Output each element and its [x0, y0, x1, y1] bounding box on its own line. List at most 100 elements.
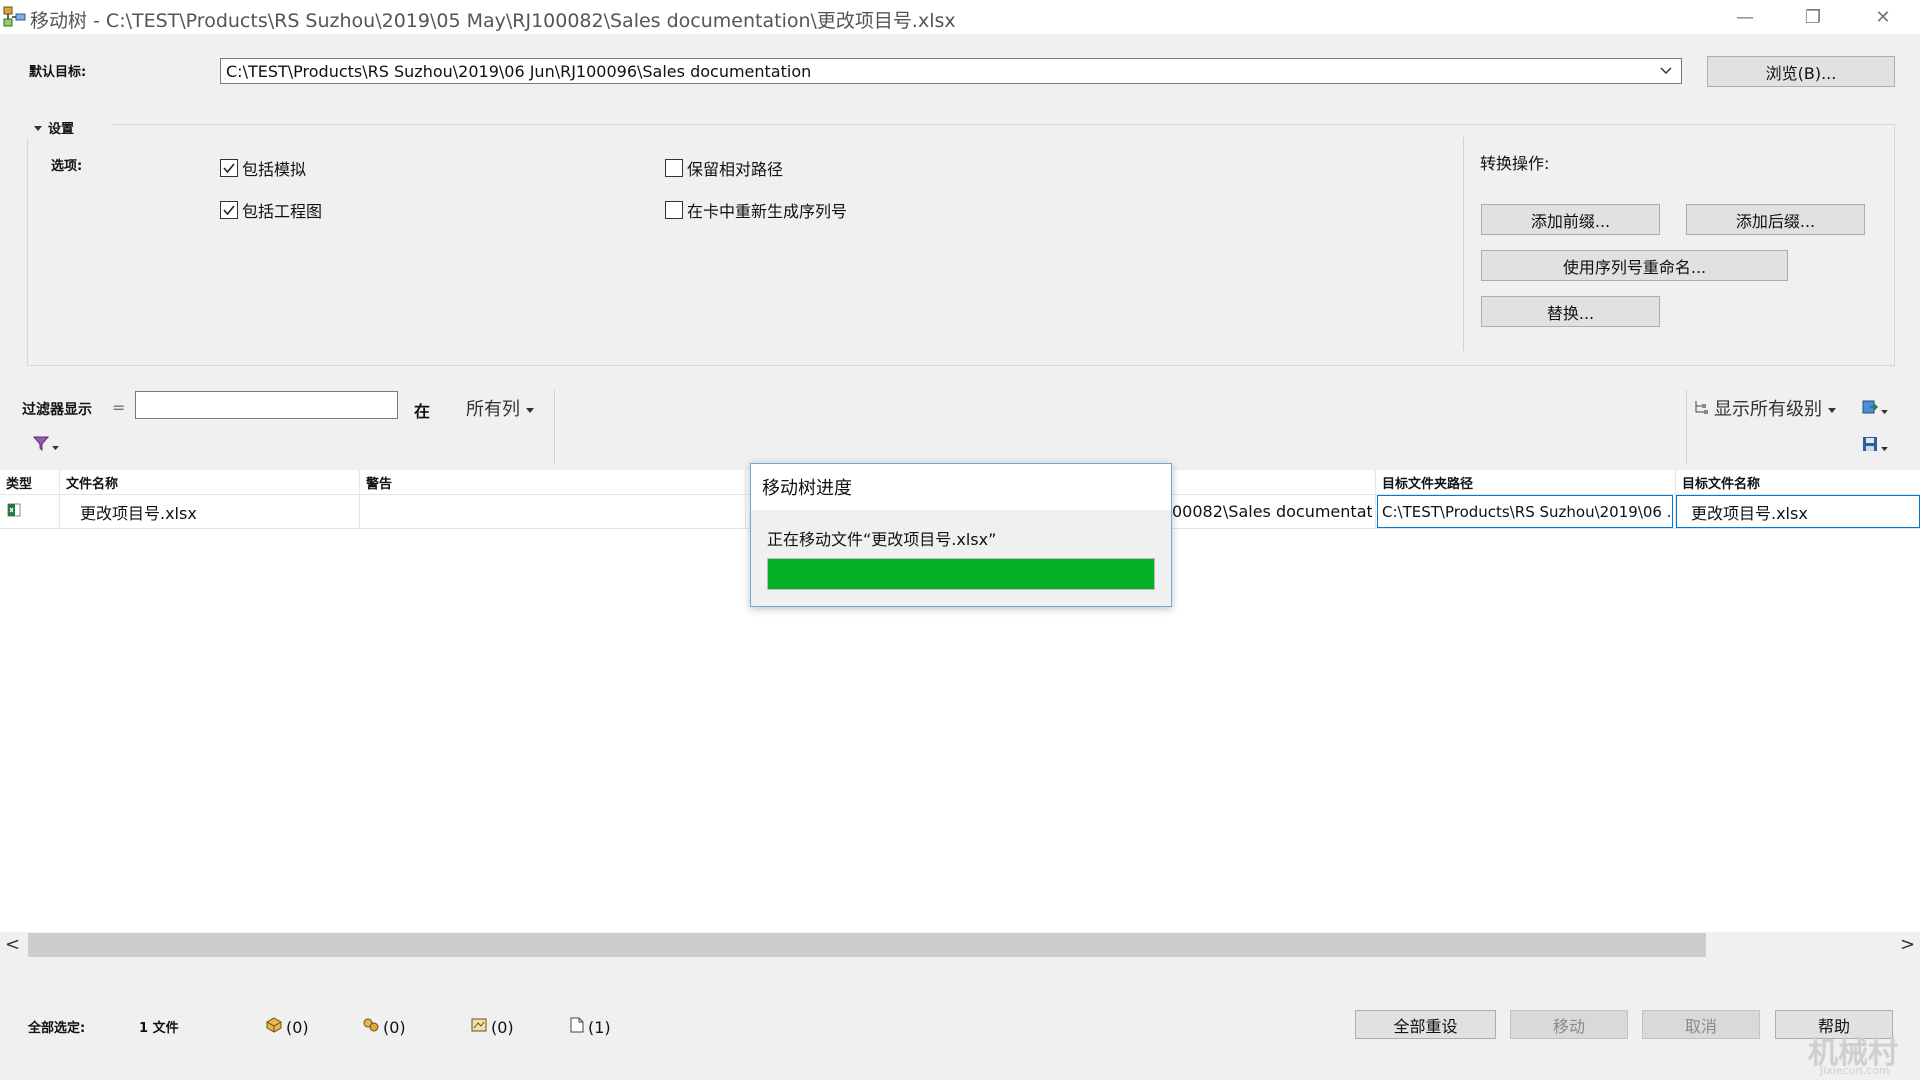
minimize-button[interactable]: — [1710, 0, 1780, 34]
save-button[interactable] [1862, 436, 1888, 456]
watermark-url: Jixiecun.com [1820, 1064, 1890, 1077]
include-drawings-label: 包括工程图 [242, 202, 323, 221]
close-button[interactable]: ✕ [1848, 0, 1918, 34]
export-button[interactable] [1862, 399, 1888, 419]
status-count-3[interactable]: (0) [471, 1017, 514, 1037]
tree-levels-icon [1694, 398, 1708, 419]
settings-group [27, 124, 1895, 366]
default-target-value: C:\TEST\Products\RS Suzhou\2019\06 Jun\R… [226, 61, 812, 81]
include-simulation-checkbox[interactable] [220, 159, 238, 177]
status-count-4-value: (1) [588, 1017, 611, 1037]
keep-relative-paths-option[interactable]: 保留相对路径 [665, 156, 783, 180]
drawing-icon [471, 1017, 487, 1037]
status-count-1-value: (0) [286, 1017, 309, 1037]
assembly-icon [363, 1017, 379, 1037]
settings-divider [1463, 137, 1464, 351]
horizontal-scrollbar-thumb[interactable] [28, 933, 1706, 957]
column-header-target-file[interactable]: 目标文件名称 [1676, 470, 1920, 494]
dropdown-arrow-icon [526, 398, 534, 419]
include-drawings-checkbox[interactable] [220, 201, 238, 219]
window-title: 移动树 - C:\TEST\Products\RS Suzhou\2019\05… [30, 10, 956, 32]
table-row-source-path: 00082\Sales documentation [1172, 502, 1372, 521]
table-row-file-name[interactable]: 更改项目号.xlsx [80, 495, 358, 528]
dialog-message: 正在移动文件“更改项目号.xlsx” [767, 530, 997, 549]
move-tree-app-icon [3, 6, 27, 28]
columns-dropdown-label: 所有列 [466, 399, 520, 420]
status-count-1[interactable]: (0) [266, 1017, 309, 1037]
dropdown-arrow-icon [1881, 437, 1888, 456]
table-row-type-cell[interactable] [6, 495, 56, 528]
status-count-3-value: (0) [491, 1017, 514, 1037]
status-count-2[interactable]: (0) [363, 1017, 406, 1037]
column-divider [1375, 470, 1376, 529]
progress-bar-fill [768, 559, 1154, 589]
column-header-warning[interactable]: 警告 [360, 470, 746, 494]
default-target-combobox[interactable]: C:\TEST\Products\RS Suzhou\2019\06 Jun\R… [220, 58, 1682, 84]
restore-button[interactable]: ❐ [1778, 0, 1848, 34]
columns-dropdown[interactable]: 所有列 [466, 395, 534, 421]
column-divider [745, 470, 746, 529]
restore-icon: ❐ [1804, 6, 1822, 28]
add-suffix-button[interactable]: 添加后缀... [1686, 204, 1865, 235]
toolbar-divider [554, 390, 555, 464]
keep-relative-paths-checkbox[interactable] [665, 159, 683, 177]
cancel-button[interactable]: 取消 [1642, 1010, 1760, 1039]
status-count-2-value: (0) [383, 1017, 406, 1037]
options-label: 选项: [51, 159, 83, 174]
regenerate-serial-option[interactable]: 在卡中重新生成序列号 [665, 198, 847, 222]
settings-section-label: 设置 [48, 121, 75, 137]
filter-label: 过滤器显示 [22, 402, 92, 418]
file-count: 1 文件 [139, 1021, 179, 1036]
include-drawings-option[interactable]: 包括工程图 [220, 198, 322, 222]
filter-equals: = [112, 398, 126, 417]
replace-button[interactable]: 替换... [1481, 296, 1660, 327]
document-icon [570, 1017, 584, 1037]
excel-file-icon [6, 502, 22, 522]
status-count-4[interactable]: (1) [570, 1017, 611, 1037]
column-header-file-name[interactable]: 文件名称 [60, 470, 360, 494]
rename-with-serial-button[interactable]: 使用序列号重命名... [1481, 250, 1788, 281]
export-icon [1862, 399, 1879, 419]
keep-relative-paths-label: 保留相对路径 [687, 160, 784, 179]
column-divider [359, 470, 360, 529]
move-button[interactable]: 移动 [1510, 1010, 1628, 1039]
scroll-right-icon[interactable]: > [1900, 934, 1915, 955]
chevron-down-icon[interactable] [1659, 62, 1673, 81]
include-simulation-option[interactable]: 包括模拟 [220, 156, 306, 180]
show-levels-dropdown[interactable]: 显示所有级别 [1694, 395, 1836, 421]
table-row-target-file[interactable]: 更改项目号.xlsx [1676, 495, 1920, 528]
settings-header[interactable]: 设置 [20, 116, 112, 138]
save-disk-icon [1862, 436, 1878, 456]
minimize-icon: — [1736, 6, 1754, 28]
filter-funnel-icon [32, 435, 50, 455]
column-divider [59, 470, 60, 529]
move-progress-dialog: 移动树进度 正在移动文件“更改项目号.xlsx” [750, 463, 1172, 607]
table-row-warning [366, 495, 744, 528]
reset-all-button[interactable]: 全部重设 [1355, 1010, 1496, 1039]
filter-options-button[interactable] [32, 435, 59, 455]
filter-input[interactable] [135, 391, 398, 419]
select-all-label: 全部选定: [28, 1021, 86, 1036]
collapse-triangle-icon[interactable] [34, 118, 42, 137]
browse-button[interactable]: 浏览(B)... [1707, 56, 1895, 87]
column-header-target-folder[interactable]: 目标文件夹路径 [1376, 470, 1676, 494]
dropdown-arrow-icon [1828, 398, 1836, 419]
add-prefix-button[interactable]: 添加前缀... [1481, 204, 1660, 235]
regenerate-serial-label: 在卡中重新生成序列号 [687, 202, 848, 221]
default-target-label: 默认目标: [29, 65, 87, 80]
dropdown-arrow-icon [1881, 400, 1888, 419]
column-header-type[interactable]: 类型 [0, 470, 60, 494]
progress-bar [767, 558, 1155, 590]
table-row-target-folder[interactable]: C:\TEST\Products\RS Suzhou\2019\06 ... [1377, 495, 1673, 528]
toolbar-divider-right [1686, 390, 1687, 464]
transform-label: 转换操作: [1480, 154, 1550, 173]
cube-gold-icon [266, 1017, 282, 1037]
scroll-left-icon[interactable]: < [5, 934, 20, 955]
show-levels-label: 显示所有级别 [1714, 399, 1822, 420]
close-icon: ✕ [1875, 6, 1891, 28]
filter-in-label: 在 [414, 402, 431, 421]
regenerate-serial-checkbox[interactable] [665, 201, 683, 219]
dialog-title: 移动树进度 [751, 464, 1171, 510]
dropdown-arrow-icon [52, 436, 59, 455]
include-simulation-label: 包括模拟 [242, 160, 307, 179]
